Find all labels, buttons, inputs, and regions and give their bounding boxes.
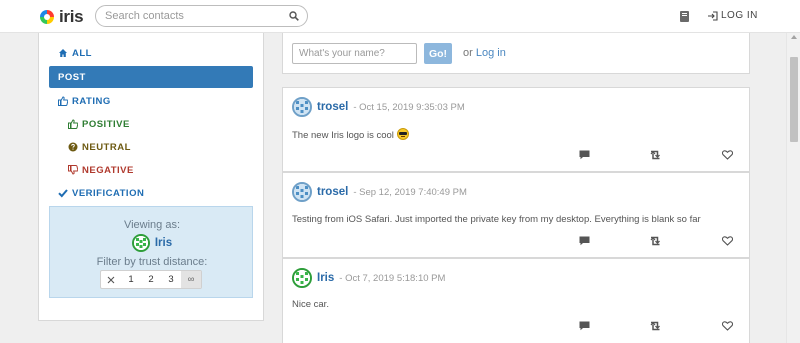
name-input[interactable] (292, 43, 417, 64)
login-icon (708, 10, 718, 21)
thumbs-up-icon (58, 96, 68, 106)
login-form: Go! or Log in (282, 33, 750, 74)
question-circle-icon (68, 142, 78, 152)
top-bar: iris LOG IN (0, 0, 800, 33)
sidebar-item-rating[interactable]: RATING (49, 90, 253, 112)
post-text: Testing from iOS Safari. Just imported t… (292, 214, 701, 225)
post-author[interactable]: trosel (317, 186, 348, 198)
post-header: Iris - Oct 7, 2019 5:18:10 PM (292, 268, 445, 288)
clear-distance-button[interactable] (101, 271, 121, 288)
reply-icon[interactable] (577, 149, 591, 161)
sidebar-item-label: POST (58, 71, 86, 83)
trust-filter-label: Filter by trust distance: (96, 256, 208, 268)
post-header: trosel - Oct 15, 2019 9:35:03 PM (292, 97, 465, 117)
post-date: - Sep 12, 2019 7:40:49 PM (353, 186, 467, 198)
page-scrollbar[interactable] (786, 33, 800, 343)
sidebar-item-verification[interactable]: VERIFICATION (49, 182, 253, 204)
or-login-text: or Log in (463, 47, 506, 59)
post-date: - Oct 7, 2019 5:18:10 PM (339, 272, 446, 284)
sidebar-item-label: RATING (72, 95, 111, 107)
feed-post: Iris - Oct 7, 2019 5:18:10 PM Nice car. (282, 258, 750, 343)
scroll-thumb[interactable] (790, 57, 798, 142)
checkmark-icon (58, 189, 68, 198)
reply-icon[interactable] (577, 320, 591, 332)
distance-2-button[interactable]: 2 (141, 271, 161, 288)
book-icon[interactable] (680, 11, 689, 22)
share-icon[interactable] (648, 149, 662, 161)
iris-logo-icon (40, 10, 54, 24)
sidebar-item-post[interactable]: POST (49, 66, 253, 88)
post-date: - Oct 15, 2019 9:35:03 PM (353, 101, 465, 113)
home-icon (59, 49, 67, 57)
viewing-as-label: Viewing as: (123, 219, 181, 231)
header-login-button[interactable]: LOG IN (707, 10, 758, 21)
author-avatar[interactable] (292, 182, 312, 202)
trust-distance-selector: 1 2 3 ∞ (100, 270, 202, 289)
like-heart-icon[interactable] (720, 235, 734, 247)
feed-post: trosel - Sep 12, 2019 7:40:49 PM Testing… (282, 172, 750, 258)
viewing-as-panel: Viewing as: Iris Filter by trust distanc… (49, 206, 253, 298)
scroll-up-arrow-icon[interactable] (791, 35, 797, 39)
sidebar-item-negative[interactable]: NEGATIVE (49, 159, 253, 181)
post-header: trosel - Sep 12, 2019 7:40:49 PM (292, 182, 467, 202)
like-heart-icon[interactable] (720, 149, 734, 161)
share-icon[interactable] (648, 320, 662, 332)
reply-icon[interactable] (577, 235, 591, 247)
distance-infinity-button[interactable]: ∞ (181, 271, 201, 288)
go-button[interactable]: Go! (424, 43, 452, 64)
sidebar-item-label: NEGATIVE (82, 164, 134, 176)
login-link[interactable]: Log in (476, 47, 506, 59)
iris-avatar (131, 234, 150, 252)
thumbs-down-icon (68, 165, 78, 175)
feed-post: trosel - Oct 15, 2019 9:35:03 PM The new… (282, 87, 750, 172)
share-icon[interactable] (648, 235, 662, 247)
viewer-name: Iris (154, 237, 173, 249)
post-text: Nice car. (292, 299, 329, 310)
post-body: The new Iris logo is cool (292, 128, 409, 141)
viewer-identity[interactable]: Iris (50, 234, 254, 252)
search-box[interactable] (95, 5, 308, 27)
close-icon (107, 276, 115, 283)
post-author[interactable]: trosel (317, 101, 348, 113)
sidebar-item-label: VERIFICATION (72, 187, 145, 199)
distance-3-button[interactable]: 3 (161, 271, 181, 288)
sidebar-item-neutral[interactable]: NEUTRAL (49, 136, 253, 158)
sidebar-item-label: ALL (72, 47, 92, 59)
post-text: The new Iris logo is cool (292, 130, 394, 141)
thumbs-up-icon (68, 119, 78, 129)
distance-1-button[interactable]: 1 (121, 271, 141, 288)
sunglasses-emoji-icon (396, 128, 409, 140)
search-icon[interactable] (289, 11, 299, 21)
sidebar-item-label: NEUTRAL (82, 141, 131, 153)
sidebar-item-label: POSITIVE (82, 118, 130, 130)
sidebar-item-positive[interactable]: POSITIVE (49, 113, 253, 135)
app-logo[interactable]: iris (40, 7, 84, 27)
header-login-label: LOG IN (721, 10, 758, 21)
filter-sidebar: ALL POST RATING POSITIVE NEUTRAL NEGATIV… (38, 33, 264, 321)
or-text: or (463, 47, 473, 59)
app-name: iris (59, 7, 84, 26)
like-heart-icon[interactable] (720, 320, 734, 332)
author-avatar[interactable] (292, 97, 312, 117)
sidebar-item-all[interactable]: ALL (49, 42, 253, 64)
author-avatar[interactable] (292, 268, 312, 288)
post-author[interactable]: Iris (317, 272, 334, 284)
search-input[interactable] (105, 6, 285, 26)
